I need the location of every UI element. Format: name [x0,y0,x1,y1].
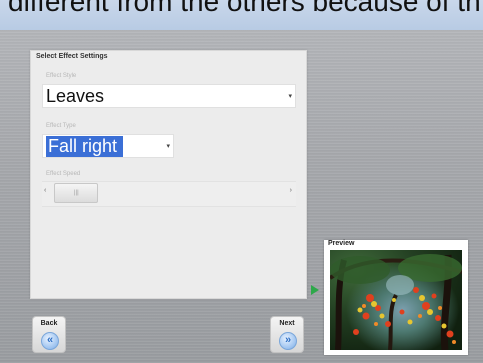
effect-style-select[interactable]: Leaves ▾ [42,84,296,108]
effect-speed-label: Effect Speed [46,171,81,177]
next-button[interactable]: Next » [270,316,304,353]
effect-style-label: Effect Style [46,73,77,79]
dropdown-arrow-icon: ▾ [166,143,170,150]
back-label: Back [40,320,58,327]
double-chevron-left-icon: « [41,332,59,350]
caption-strip: different from the others because of th [0,0,483,30]
grip-icon: ||| [74,190,79,196]
preview-box: Preview [324,240,468,355]
preview-title: Preview [328,240,355,247]
preview-image [330,250,462,350]
effect-type-value: Fall right [46,136,124,157]
panel-title: Select Effect Settings [36,53,108,60]
effect-style-value: Leaves [46,86,105,106]
play-triangle-icon[interactable] [311,285,319,295]
forest-leaves-image [330,254,462,350]
double-chevron-right-icon: » [279,332,297,350]
slider-thumb[interactable]: ||| [54,183,98,203]
effect-type-label: Effect Type [46,123,76,129]
dropdown-arrow-icon: ▾ [288,93,292,100]
back-button[interactable]: Back « [32,316,66,353]
effect-speed-slider[interactable]: ‹ ||| › [42,181,296,207]
slider-left-arrow-icon[interactable]: ‹ [44,187,46,194]
effect-type-select[interactable]: Fall right ▾ [42,134,174,158]
next-label: Next [279,320,295,327]
caption-text: different from the others because of th [8,0,481,17]
slider-right-arrow-icon[interactable]: › [290,187,292,194]
